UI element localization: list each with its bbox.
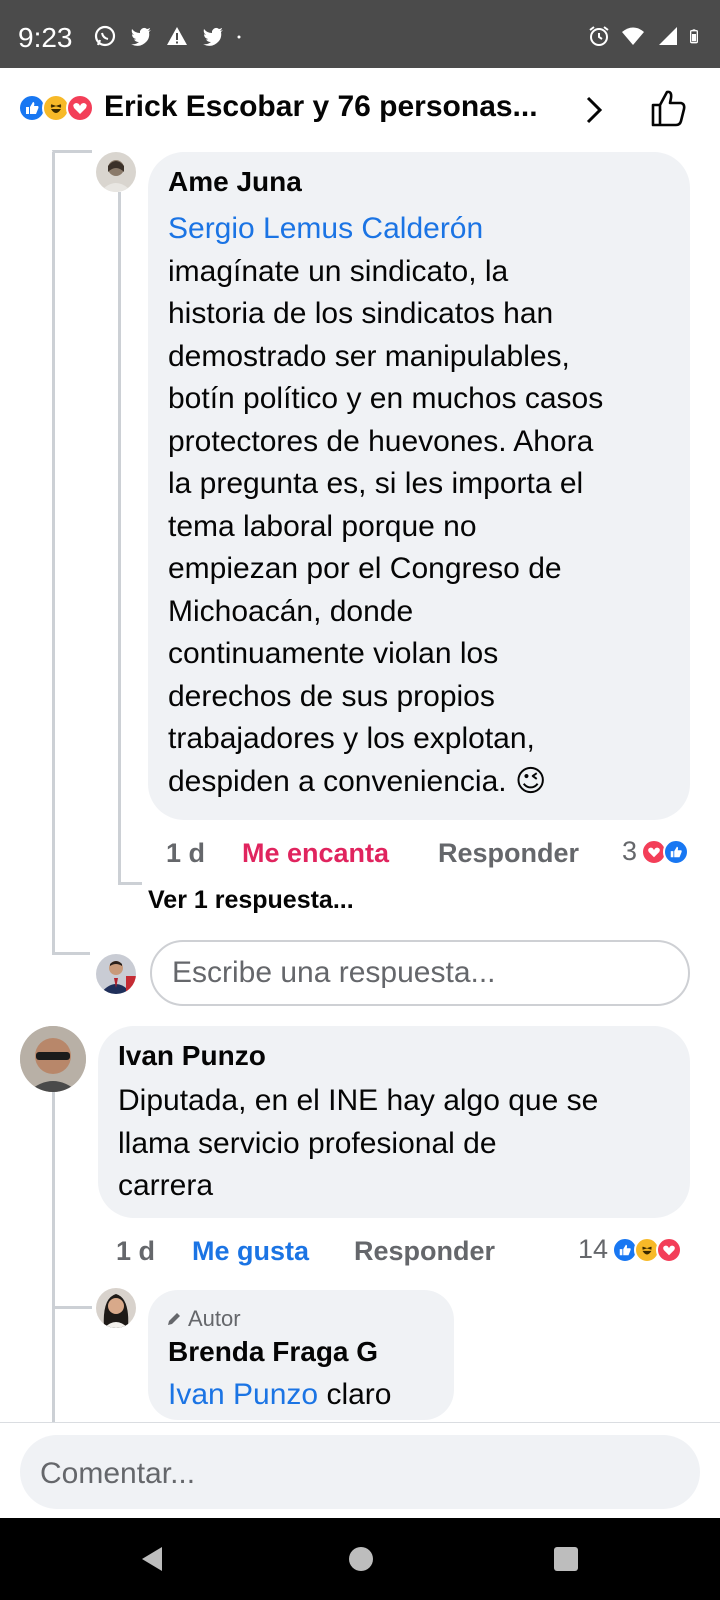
comment-text: Sergio Lemus Calderón imagínate un sindi… <box>168 208 680 803</box>
comment-line: protectores de huevones. Ahora <box>168 424 594 458</box>
comment-text: Ivan Punzo claro <box>168 1374 391 1417</box>
thread-line <box>52 1072 55 1307</box>
status-time: 9:23 <box>18 22 73 53</box>
reply-button[interactable]: Responder <box>438 838 579 869</box>
comment-author[interactable]: Ivan Punzo <box>118 1040 266 1072</box>
comment-time: 1 d <box>166 838 206 868</box>
like-reaction-icon <box>663 838 690 865</box>
comment-time: 1 d <box>116 1236 156 1266</box>
battery-icon <box>690 29 698 44</box>
comment-bubble: Ivan Punzo Diputada, en el INE hay algo … <box>98 1026 690 1218</box>
signal-icon <box>659 27 677 45</box>
avatar[interactable] <box>96 1288 136 1328</box>
navigation-bar <box>0 1518 720 1600</box>
comment-line: Diputada, en el INE hay algo que se <box>118 1084 599 1117</box>
back-icon[interactable] <box>140 1546 164 1572</box>
comment-line: claro <box>326 1378 392 1411</box>
reaction-count: 14 <box>578 1234 609 1264</box>
reaction-icons <box>18 94 94 122</box>
comment-author[interactable]: Brenda Fraga G <box>168 1336 378 1368</box>
comment-reactions[interactable]: 14 <box>578 1234 683 1265</box>
reply-button[interactable]: Responder <box>354 1236 495 1267</box>
comment-line: carrera <box>118 1169 214 1202</box>
alarm-icon <box>589 26 609 46</box>
wifi-icon <box>622 27 644 45</box>
love-reaction-icon <box>656 1236 683 1263</box>
comment-line: continuamente violan los <box>168 637 499 670</box>
home-icon[interactable] <box>348 1546 374 1572</box>
comment-line: tema laboral porque no <box>168 509 477 543</box>
like-button-icon[interactable] <box>650 88 686 128</box>
reply-placeholder: Escribe una respuesta... <box>172 956 496 989</box>
mention-link[interactable]: Ivan Punzo <box>168 1378 318 1411</box>
reactions-header[interactable]: Erick Escobar y 76 personas... <box>0 68 720 152</box>
pencil-icon <box>168 1313 180 1325</box>
reply-input[interactable]: Escribe una respuesta... <box>150 940 690 1006</box>
avatar[interactable] <box>20 1026 86 1092</box>
status-bar: 9:23 <box>0 0 720 68</box>
twitter-icon <box>203 27 223 46</box>
comment-line: derechos de sus propios <box>168 679 495 713</box>
twitter-icon <box>131 27 151 46</box>
comment-line: llama servicio profesional de <box>118 1126 497 1160</box>
recents-icon[interactable] <box>554 1547 578 1571</box>
comment-line-text: despiden a conveniencia. <box>168 764 507 798</box>
comment-bar: Comentar... <box>0 1422 720 1518</box>
thread-line <box>118 882 142 885</box>
love-reaction-button[interactable]: Me encanta <box>242 838 389 869</box>
comment-line: despiden a conveniencia. 😉 <box>168 761 680 804</box>
comment-bubble: Ame Juna Sergio Lemus Calderón imagínate… <box>148 152 690 820</box>
thread-line <box>52 150 92 153</box>
thread-line <box>52 1306 55 1422</box>
comment-author[interactable]: Ame Juna <box>168 166 302 198</box>
reaction-count: 3 <box>622 836 638 866</box>
notification-icons <box>92 24 248 48</box>
comment-line: botín político y en muchos casos <box>168 382 604 415</box>
comment-text: Diputada, en el INE hay algo que se llam… <box>118 1080 680 1208</box>
user-avatar <box>96 954 136 994</box>
comment-line: historia de los sindicatos han <box>168 297 554 330</box>
like-reaction-button[interactable]: Me gusta <box>192 1236 309 1267</box>
dot-icon <box>237 35 241 39</box>
thread-line <box>52 152 55 952</box>
thread-line <box>118 192 121 882</box>
comment-line: Michoacán, donde <box>168 594 414 628</box>
avatar[interactable] <box>96 152 136 192</box>
author-badge-label: Autor <box>188 1306 241 1331</box>
love-reaction-icon <box>66 94 94 122</box>
thread-line <box>52 1306 92 1309</box>
warning-icon <box>167 27 187 45</box>
comment-line: imagínate un sindicato, la <box>168 254 509 288</box>
mention-link[interactable]: Sergio Lemus Calderón <box>168 208 680 251</box>
chevron-right-icon[interactable] <box>580 94 608 126</box>
comment-placeholder: Comentar... <box>40 1457 196 1490</box>
reactions-summary[interactable]: Erick Escobar y 76 personas... <box>104 90 538 124</box>
view-replies-link[interactable]: Ver 1 respuesta... <box>148 886 354 915</box>
comment-line: empiezan por el Congreso de <box>168 552 562 585</box>
wink-emoji-icon: 😉 <box>514 764 547 798</box>
system-icons <box>586 24 704 48</box>
comment-line: la pregunta es, si les importa el <box>168 467 584 500</box>
author-badge: Autor <box>166 1306 241 1332</box>
comment-input[interactable]: Comentar... <box>20 1435 700 1509</box>
comment-line: trabajadores y los explotan, <box>168 722 535 755</box>
thread-line <box>52 952 90 955</box>
comment-reactions[interactable]: 3 <box>622 836 690 867</box>
comment-line: demostrado ser manipulables, <box>168 339 570 373</box>
whatsapp-icon <box>94 25 116 47</box>
